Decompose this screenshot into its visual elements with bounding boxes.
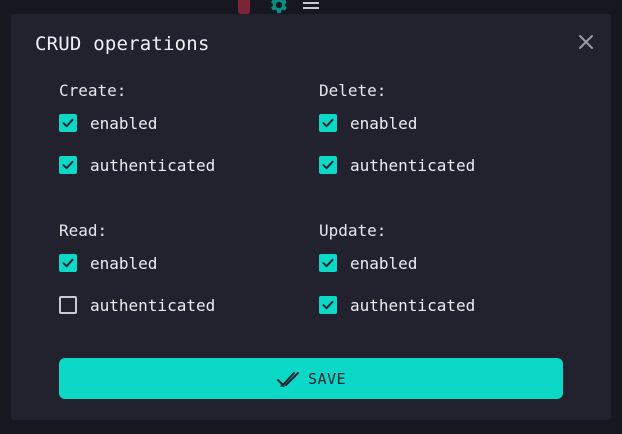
check-icon [322,118,334,128]
read-enabled-option[interactable]: enabled [59,253,259,273]
check-icon [62,160,74,170]
update-authenticated-option[interactable]: authenticated [319,295,519,315]
create-enabled-option[interactable]: enabled [59,113,259,133]
group-label-create: Create: [59,81,127,100]
gear-icon[interactable] [267,0,289,14]
group-label-delete: Delete: [319,81,387,100]
delete-enabled-label: enabled [350,113,418,133]
create-authenticated-label: authenticated [90,155,216,175]
read-enabled-label: enabled [90,253,158,273]
double-check-icon [276,370,300,388]
check-icon [322,258,334,268]
group-label-update: Update: [319,221,387,240]
update-enabled-option[interactable]: enabled [319,253,519,273]
delete-enabled-option[interactable]: enabled [319,113,519,133]
check-icon [322,300,334,310]
update-enabled-checkbox[interactable] [319,254,337,272]
update-enabled-label: enabled [350,253,418,273]
menu-icon[interactable] [302,0,320,12]
read-enabled-checkbox[interactable] [59,254,77,272]
read-authenticated-label: authenticated [90,295,216,315]
close-icon[interactable] [577,33,595,51]
read-authenticated-option[interactable]: authenticated [59,295,259,315]
save-button[interactable]: SAVE [59,358,563,399]
check-icon [62,258,74,268]
update-authenticated-checkbox[interactable] [319,296,337,314]
create-enabled-label: enabled [90,113,158,133]
delete-authenticated-label: authenticated [350,155,476,175]
save-button-label: SAVE [307,369,347,388]
background-toolbar [238,0,328,14]
read-authenticated-checkbox[interactable] [59,296,77,314]
delete-enabled-checkbox[interactable] [319,114,337,132]
update-authenticated-label: authenticated [350,295,476,315]
delete-authenticated-checkbox[interactable] [319,156,337,174]
delete-authenticated-option[interactable]: authenticated [319,155,519,175]
check-icon [322,160,334,170]
create-enabled-checkbox[interactable] [59,114,77,132]
crud-operations-dialog: CRUD operations Create: enabled authenti… [11,14,611,420]
check-icon [62,118,74,128]
record-indicator-icon[interactable] [238,0,250,14]
dialog-title: CRUD operations [35,33,210,55]
group-label-read: Read: [59,221,108,240]
create-authenticated-checkbox[interactable] [59,156,77,174]
create-authenticated-option[interactable]: authenticated [59,155,259,175]
